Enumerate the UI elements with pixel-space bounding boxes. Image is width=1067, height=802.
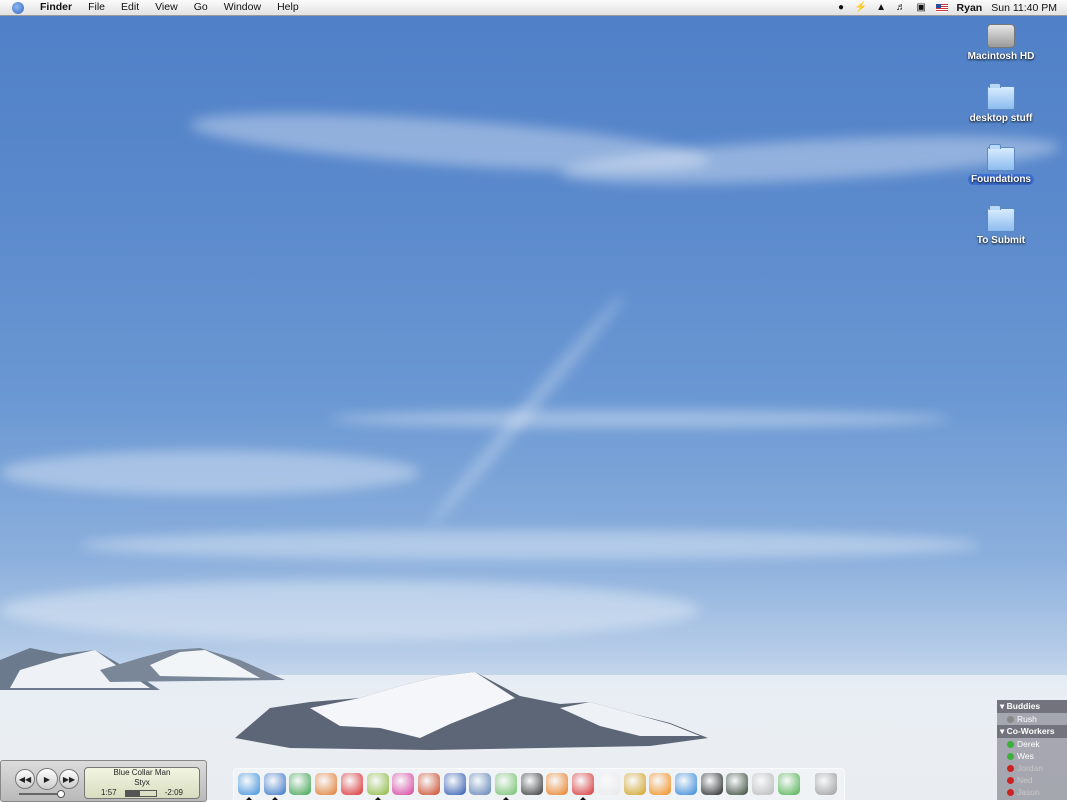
pencil-icon[interactable] xyxy=(366,773,389,795)
safari-icon[interactable] xyxy=(238,773,260,795)
activity-monitor-icon[interactable] xyxy=(726,773,749,795)
iphoto-icon[interactable] xyxy=(469,773,492,795)
desktop xyxy=(0,0,1067,800)
apple-menu-icon[interactable] xyxy=(12,1,24,14)
buddy-name: Derek xyxy=(1017,739,1040,749)
desktop-icon-desktop-stuff[interactable]: desktop stuff xyxy=(956,83,1046,124)
dock xyxy=(233,768,845,801)
display-icon[interactable]: ▣ xyxy=(916,2,927,13)
progress-fill xyxy=(125,791,141,796)
track-artist: Styx xyxy=(134,778,150,787)
buddy-item[interactable]: Jason xyxy=(997,786,1067,798)
buddy-item[interactable]: Rush xyxy=(997,713,1067,725)
folder-icon xyxy=(987,144,1015,171)
adium-icon[interactable] xyxy=(777,773,800,795)
pineapple-icon[interactable] xyxy=(623,773,646,795)
quicktime-icon[interactable] xyxy=(674,773,697,795)
menu-edit[interactable]: Edit xyxy=(113,0,147,15)
status-dot-icon xyxy=(1007,776,1014,784)
desktop-icon-foundations[interactable]: Foundations xyxy=(956,144,1046,185)
input-menu-flag-icon[interactable] xyxy=(935,3,948,12)
status-dot-icon xyxy=(1007,764,1014,772)
excel-icon[interactable] xyxy=(289,773,312,795)
next-track-button[interactable]: ▶▶ xyxy=(59,769,79,789)
vlc-icon[interactable] xyxy=(649,773,672,795)
menu-go[interactable]: Go xyxy=(186,0,216,15)
buddy-name: Jason xyxy=(1017,787,1040,797)
menu-file[interactable]: File xyxy=(80,0,113,15)
menu-clock[interactable]: Sun 11:40 PM xyxy=(991,2,1057,14)
globe-icon[interactable] xyxy=(443,773,466,795)
volume-icon[interactable]: ♬ xyxy=(896,2,907,13)
elapsed-time: 1:57 xyxy=(101,788,117,797)
desktop-icon-to-submit[interactable]: To Submit xyxy=(956,205,1046,246)
adium-status-icon[interactable]: ● xyxy=(836,2,847,13)
fireworks-icon[interactable] xyxy=(417,773,440,795)
wifi-icon[interactable]: ▲ xyxy=(876,2,887,13)
volume-knob[interactable] xyxy=(57,790,65,798)
mountain-center xyxy=(235,672,708,750)
folder-icon xyxy=(987,83,1015,110)
buddy-name: Wes xyxy=(1017,751,1034,761)
previous-track-button[interactable]: ◀◀ xyxy=(15,769,35,789)
firefox-icon[interactable] xyxy=(546,773,569,795)
hard-drive-icon xyxy=(987,24,1015,48)
volume-slider[interactable] xyxy=(19,793,59,795)
now-playing-display: Blue Collar Man Styx 1:57 -2:09 xyxy=(84,767,200,799)
itunes-icon[interactable] xyxy=(495,773,517,795)
word-icon[interactable] xyxy=(263,773,286,795)
status-dot-icon xyxy=(1007,715,1014,723)
menu-help[interactable]: Help xyxy=(269,0,307,15)
buddy-name: Rush xyxy=(1017,714,1037,724)
user-menu[interactable]: Ryan xyxy=(957,2,983,14)
ical-icon[interactable] xyxy=(572,773,595,795)
buddy-item[interactable]: Derek xyxy=(997,738,1067,750)
buddy-group-header[interactable]: ▾ Buddies xyxy=(997,700,1067,713)
terminal-icon[interactable] xyxy=(700,773,723,795)
status-dot-icon xyxy=(1007,788,1014,796)
status-dot-icon xyxy=(1007,752,1014,760)
track-title: Blue Collar Man xyxy=(113,768,171,777)
menu-bar: Finder File Edit View Go Window Help ● ⚡… xyxy=(0,0,1067,16)
trash-icon[interactable] xyxy=(815,773,838,795)
buddy-list: ▾ Buddies Rush ▾ Co-Workers Derek Wes Jordan N… xyxy=(997,700,1067,800)
battery-icon[interactable]: ⚡ xyxy=(855,2,867,13)
desktop-icon-macintosh-hd[interactable]: Macintosh HD xyxy=(956,24,1046,62)
menu-view[interactable]: View xyxy=(147,0,186,15)
finalcut-icon[interactable] xyxy=(520,773,543,795)
buddy-item[interactable]: Wes xyxy=(997,750,1067,762)
itunes-controller: ◀◀ ▶ ▶▶ Blue Collar Man Styx 1:57 -2:09 xyxy=(0,760,207,802)
buddy-item[interactable]: Jordan xyxy=(997,762,1067,774)
play-button[interactable]: ▶ xyxy=(36,768,58,790)
menu-window[interactable]: Window xyxy=(216,0,269,15)
progress-bar[interactable] xyxy=(124,790,157,797)
app-menu[interactable]: Finder xyxy=(32,0,80,15)
powerpoint-icon[interactable] xyxy=(315,773,338,795)
buddy-name: Jordan xyxy=(1017,763,1043,773)
flower-icon[interactable] xyxy=(392,773,415,795)
buddy-name: Ned xyxy=(1017,775,1033,785)
remaining-time: -2:09 xyxy=(164,788,183,797)
buddy-group-header[interactable]: ▾ Co-Workers xyxy=(997,725,1067,738)
acrobat-icon[interactable] xyxy=(340,773,363,795)
status-dot-icon xyxy=(1007,740,1014,748)
folder-icon xyxy=(987,205,1015,232)
textedit-icon[interactable] xyxy=(597,773,620,795)
calculator-icon[interactable] xyxy=(752,773,774,795)
buddy-item[interactable]: Ned xyxy=(997,774,1067,786)
